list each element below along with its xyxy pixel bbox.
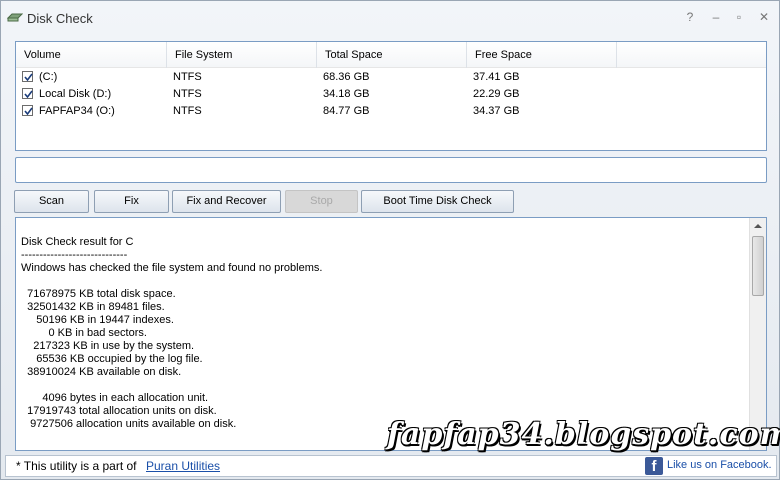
fix-and-recover-button[interactable]: Fix and Recover [172,190,281,213]
total-space-cell: 84.77 GB [323,104,370,117]
result-output[interactable]: Disk Check result for C ----------------… [15,217,767,451]
file-system-cell: NTFS [173,70,202,83]
volume-list-header: Volume File System Total Space Free Spac… [16,42,766,68]
vertical-scrollbar[interactable] [749,218,766,450]
free-space-cell: 37.41 GB [473,70,520,83]
facebook-icon[interactable]: f [645,457,663,475]
volume-cell: FAPFAP34 (O:) [16,105,167,117]
close-icon[interactable]: ✕ [755,10,773,24]
boot-time-disk-check-button[interactable]: Boot Time Disk Check [361,190,514,213]
result-text: Disk Check result for C ----------------… [21,236,323,430]
column-header-volume[interactable]: Volume [16,42,167,68]
file-system-cell: NTFS [173,104,202,117]
volume-list: Volume File System Total Space Free Spac… [15,41,767,151]
column-header-total-space[interactable]: Total Space [317,42,467,68]
puran-utilities-link[interactable]: Puran Utilities [146,459,220,473]
watermark-text: fapfap34.blogspot.com [387,417,780,452]
disk-check-window: Disk Check ? – ▫ ✕ Volume File System To… [0,0,780,480]
volume-cell: (C:) [16,71,167,83]
volume-row[interactable]: (C:) NTFS 68.36 GB 37.41 GB [16,68,766,85]
scroll-up-icon[interactable] [750,218,766,234]
total-space-cell: 68.36 GB [323,70,370,83]
scan-button[interactable]: Scan [14,190,89,213]
facebook-like-link[interactable]: Like us on Facebook. [667,459,772,471]
volume-cell: Local Disk (D:) [16,88,167,100]
volume-checkbox[interactable] [22,105,33,116]
column-header-file-system[interactable]: File System [167,42,317,68]
maximize-icon[interactable]: ▫ [730,10,748,24]
free-space-cell: 34.37 GB [473,104,520,117]
volume-row[interactable]: FAPFAP34 (O:) NTFS 84.77 GB 34.37 GB [16,102,766,119]
file-system-cell: NTFS [173,87,202,100]
stop-button[interactable]: Stop [285,190,358,213]
scroll-thumb[interactable] [752,236,764,296]
disk-app-icon [6,11,24,23]
path-input[interactable] [15,157,767,183]
total-space-cell: 34.18 GB [323,87,370,100]
volume-name: (C:) [39,70,58,83]
fix-button[interactable]: Fix [94,190,169,213]
column-header-free-space[interactable]: Free Space [467,42,617,68]
volume-row[interactable]: Local Disk (D:) NTFS 34.18 GB 22.29 GB [16,85,766,102]
status-text: * This utility is a part of [16,459,137,473]
title-bar: Disk Check ? – ▫ ✕ [1,1,779,35]
free-space-cell: 22.29 GB [473,87,520,100]
help-icon[interactable]: ? [681,10,699,24]
volume-checkbox[interactable] [22,88,33,99]
window-title: Disk Check [27,11,93,26]
minimize-icon[interactable]: – [707,10,725,24]
volume-name: Local Disk (D:) [39,87,112,100]
volume-checkbox[interactable] [22,71,33,82]
volume-name: FAPFAP34 (O:) [39,104,115,117]
